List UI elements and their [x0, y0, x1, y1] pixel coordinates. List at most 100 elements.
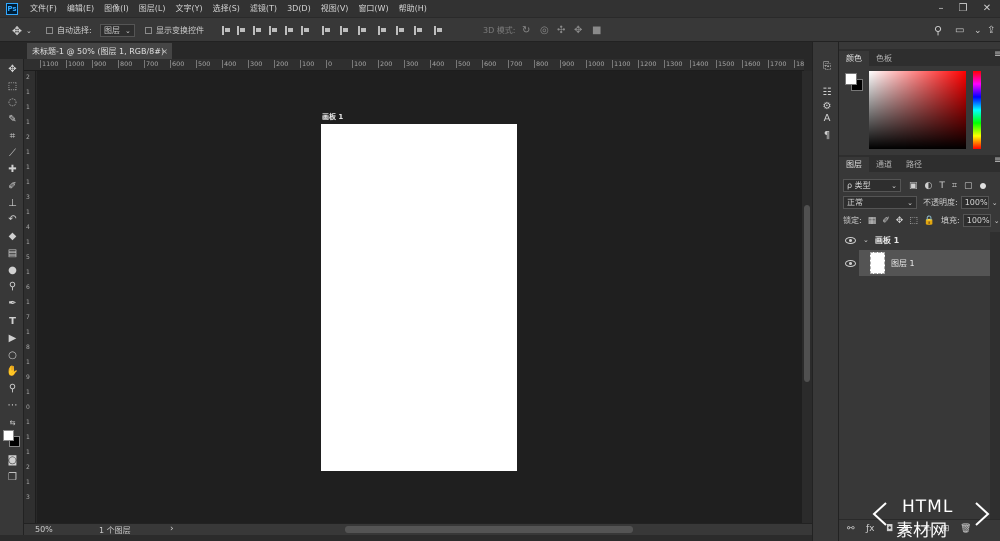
- move-tool-icon[interactable]: ✥: [6, 63, 19, 76]
- opacity-chevron-icon[interactable]: ⌄: [992, 199, 998, 207]
- layers-panel-menu-icon[interactable]: ≡: [994, 155, 1000, 166]
- brush-tool-icon[interactable]: ✐: [6, 180, 19, 193]
- auto-select-checkbox[interactable]: 自动选择:: [46, 18, 92, 43]
- align-left-icon[interactable]: [269, 18, 278, 43]
- workspace-icon[interactable]: ▭: [955, 18, 964, 43]
- layers-scrollbar[interactable]: [990, 232, 1000, 522]
- menu-layer[interactable]: 图层(L): [139, 3, 166, 14]
- vertical-scrollbar-thumb[interactable]: [804, 205, 810, 382]
- lock-position-icon[interactable]: ✥: [896, 216, 904, 226]
- filter-smart-object-icon[interactable]: ▢: [964, 181, 973, 191]
- swap-colors-icon[interactable]: ⇆: [6, 416, 19, 429]
- paragraph-panel-icon[interactable]: ¶: [821, 129, 833, 141]
- tab-swatches[interactable]: 色板: [869, 51, 899, 66]
- dodge-tool-icon[interactable]: ⚲: [6, 280, 19, 293]
- restore-icon[interactable]: ❐: [952, 0, 974, 17]
- artboard-layer-row[interactable]: ⌄ 画板 1: [839, 232, 990, 248]
- pan-3d-icon[interactable]: ✣: [557, 18, 565, 43]
- menu-filter[interactable]: 滤镜(T): [250, 3, 277, 14]
- hue-slider[interactable]: [973, 71, 981, 149]
- blend-mode-dropdown[interactable]: 正常 ⌄: [843, 196, 917, 209]
- history-brush-tool-icon[interactable]: ↶: [6, 213, 19, 226]
- menu-edit[interactable]: 编辑(E): [67, 3, 94, 14]
- history-panel-icon[interactable]: ⎘: [821, 60, 833, 72]
- visibility-eye-icon[interactable]: [845, 259, 856, 267]
- orbit-3d-icon[interactable]: ↻: [522, 18, 530, 43]
- share-icon[interactable]: ⇪: [987, 18, 995, 43]
- more-tools-icon[interactable]: ⋯: [6, 399, 19, 412]
- gradient-tool-icon[interactable]: ▤: [6, 247, 19, 260]
- menu-help[interactable]: 帮助(H): [399, 3, 427, 14]
- menu-image[interactable]: 图像(I): [104, 3, 129, 14]
- tab-channels[interactable]: 通道: [869, 157, 899, 172]
- quick-select-tool-icon[interactable]: ✎: [6, 113, 19, 126]
- foreground-color-swatch[interactable]: [3, 430, 14, 441]
- clone-stamp-tool-icon[interactable]: ⊥: [6, 197, 19, 210]
- close-tab-icon[interactable]: ×: [161, 47, 168, 56]
- properties-panel-icon[interactable]: ☷: [821, 86, 833, 98]
- distribute-left-icon[interactable]: [378, 18, 387, 43]
- menu-file[interactable]: 文件(F): [30, 3, 57, 14]
- fill-input[interactable]: 100%: [962, 214, 991, 227]
- distribute-bottom-icon[interactable]: [358, 18, 367, 43]
- tab-paths[interactable]: 路径: [899, 157, 929, 172]
- artboard[interactable]: [321, 124, 517, 471]
- link-layers-icon[interactable]: ⚯: [847, 524, 855, 534]
- layer-row-selected[interactable]: 图层 1: [859, 250, 990, 276]
- menu-window[interactable]: 窗口(W): [358, 3, 388, 14]
- visibility-eye-icon[interactable]: [845, 236, 856, 244]
- marquee-tool-icon[interactable]: ⬚: [6, 80, 19, 93]
- eraser-tool-icon[interactable]: ◆: [6, 230, 19, 243]
- close-window-icon[interactable]: ✕: [976, 0, 998, 17]
- zoom-tool-icon[interactable]: ⚲: [6, 382, 19, 395]
- path-select-tool-icon[interactable]: ▶: [6, 332, 19, 345]
- minimize-icon[interactable]: –: [930, 0, 952, 17]
- panel-foreground-swatch[interactable]: [845, 73, 857, 85]
- expand-chevron-icon[interactable]: ⌄: [863, 236, 869, 244]
- artboard-label[interactable]: 画板 1: [322, 112, 343, 122]
- lasso-tool-icon[interactable]: ◌: [6, 96, 19, 109]
- quick-mask-icon[interactable]: ◙: [6, 454, 19, 467]
- lock-pixels-icon[interactable]: ✐: [882, 216, 890, 226]
- menu-3d[interactable]: 3D(D): [287, 4, 311, 13]
- roll-3d-icon[interactable]: ◎: [540, 18, 549, 43]
- filter-image-icon[interactable]: ▣: [909, 181, 918, 191]
- type-tool-icon[interactable]: T: [6, 315, 19, 328]
- show-transform-checkbox[interactable]: 显示变换控件: [145, 18, 204, 43]
- distribute-right-icon[interactable]: [414, 18, 423, 43]
- camera-3d-icon[interactable]: ■: [592, 18, 601, 43]
- menu-view[interactable]: 视图(V): [321, 3, 349, 14]
- opacity-input[interactable]: 100%: [960, 196, 989, 209]
- crop-tool-icon[interactable]: ⌗: [6, 130, 19, 143]
- adjustments-panel-icon[interactable]: ⚙: [821, 100, 833, 112]
- lock-transparent-icon[interactable]: ▦: [868, 216, 877, 226]
- healing-brush-tool-icon[interactable]: ✚: [6, 163, 19, 176]
- workspace-chevron-icon[interactable]: ⌄: [974, 18, 982, 43]
- fill-chevron-icon[interactable]: ⌄: [994, 217, 1000, 225]
- ellipse-tool-icon[interactable]: ○: [6, 349, 19, 362]
- tool-preset-chevron-icon[interactable]: ⌄: [26, 18, 32, 43]
- horizontal-scrollbar-thumb[interactable]: [345, 526, 633, 533]
- distribute-hcenter-icon[interactable]: [396, 18, 405, 43]
- align-vcenter-icon[interactable]: [237, 18, 246, 43]
- document-tab[interactable]: 未标题-1 @ 50% (图层 1, RGB/8#) ×: [27, 43, 172, 59]
- auto-align-icon[interactable]: [434, 18, 443, 43]
- menu-type[interactable]: 文字(Y): [175, 3, 202, 14]
- filter-toggle-icon[interactable]: [980, 182, 987, 189]
- color-picker-field[interactable]: [869, 71, 966, 149]
- hand-tool-icon[interactable]: ✋: [6, 365, 19, 378]
- layer-filter-dropdown[interactable]: ρ 类型 ⌄: [843, 179, 901, 192]
- filter-shape-icon[interactable]: ⌗: [952, 181, 957, 191]
- auto-select-dropdown[interactable]: 图层 ⌄: [100, 24, 135, 37]
- screen-mode-icon[interactable]: ❐: [6, 471, 19, 484]
- align-bottom-icon[interactable]: [253, 18, 262, 43]
- filter-adjustment-icon[interactable]: ◐: [925, 181, 933, 191]
- layer-visibility-cell[interactable]: [839, 250, 859, 276]
- eyedropper-tool-icon[interactable]: ⟋: [6, 147, 19, 160]
- blur-tool-icon[interactable]: ●: [6, 264, 19, 277]
- tab-layers[interactable]: 图层: [839, 157, 869, 172]
- lock-artboard-icon[interactable]: ⬚: [909, 216, 918, 226]
- align-right-icon[interactable]: [301, 18, 310, 43]
- search-icon[interactable]: ⚲: [934, 18, 942, 43]
- distribute-top-icon[interactable]: [322, 18, 331, 43]
